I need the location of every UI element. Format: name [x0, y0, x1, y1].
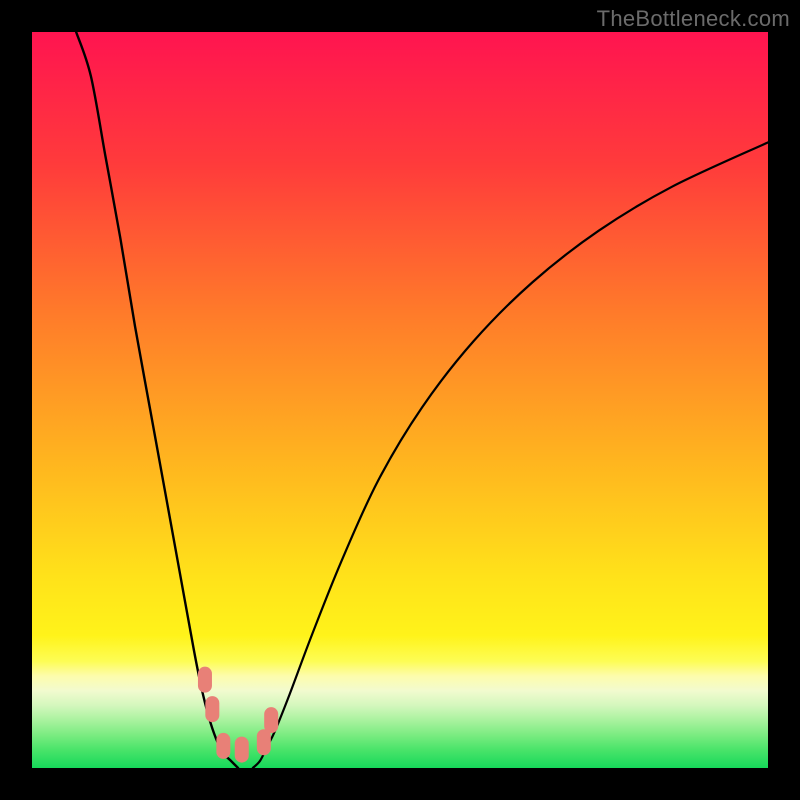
curves-layer	[32, 32, 768, 768]
right-curve	[253, 142, 768, 768]
curve-marker	[216, 733, 230, 759]
chart-frame: TheBottleneck.com	[0, 0, 800, 800]
plot-area	[32, 32, 768, 768]
curve-marker	[198, 667, 212, 693]
curve-marker	[264, 707, 278, 733]
watermark-label: TheBottleneck.com	[597, 6, 790, 32]
left-curve	[76, 32, 238, 768]
markers-group	[198, 667, 278, 763]
curve-marker	[257, 729, 271, 755]
curve-marker	[205, 696, 219, 722]
curve-marker	[235, 737, 249, 763]
